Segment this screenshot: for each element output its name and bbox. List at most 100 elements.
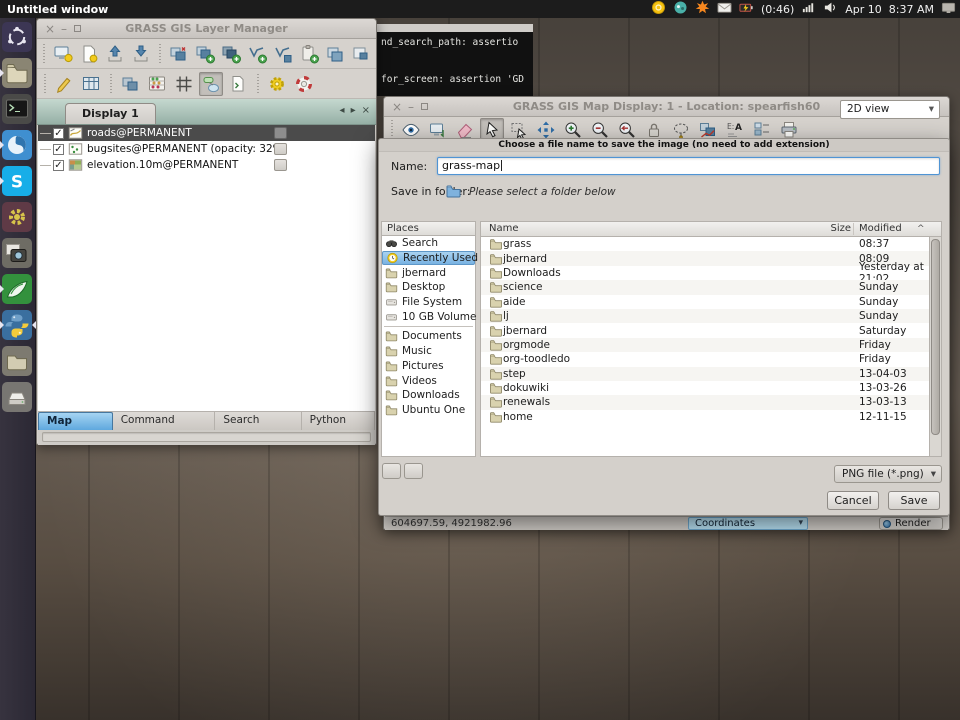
file-row[interactable]: DownloadsYesterday at 21:02: [481, 266, 941, 280]
tab-prev-icon[interactable]: ◂: [340, 105, 345, 116]
tab-map-layers[interactable]: Map layers: [38, 412, 113, 430]
attr-table-button[interactable]: [79, 72, 103, 96]
place-ubuntu-one[interactable]: Ubuntu One: [382, 403, 475, 418]
georectify-button[interactable]: [172, 72, 196, 96]
save-workspace-button[interactable]: [130, 42, 153, 66]
minimize-icon[interactable]: –: [404, 100, 418, 114]
sort-ascending-icon[interactable]: ^: [917, 222, 925, 236]
place-10-gb-volume[interactable]: 10 GB Volume: [382, 309, 475, 324]
tab-search-module[interactable]: Search module: [215, 412, 301, 430]
file-row[interactable]: org-toodledoFriday: [481, 352, 941, 366]
filename-input[interactable]: grass-map: [437, 157, 940, 175]
dock-item-dash-home[interactable]: [2, 22, 34, 53]
dock-item-file-manager[interactable]: [2, 346, 34, 377]
minimize-icon[interactable]: –: [57, 22, 71, 36]
add-overlay-button[interactable]: [350, 42, 373, 66]
file-row[interactable]: dokuwiki13-03-26: [481, 381, 941, 395]
file-row[interactable]: renewals13-03-13: [481, 395, 941, 409]
add-multi-button[interactable]: [168, 42, 191, 66]
remove-bookmark-button[interactable]: [404, 463, 423, 479]
place-videos[interactable]: Videos: [382, 373, 475, 388]
dock-item-screenshot-tool[interactable]: [2, 238, 34, 269]
modeler-abacus-button[interactable]: [145, 72, 169, 96]
layer-row[interactable]: ✓roads@PERMANENT: [38, 125, 375, 141]
graph-modeler-button[interactable]: [199, 72, 223, 96]
tab-command-console[interactable]: Command console: [113, 412, 216, 430]
maximize-icon[interactable]: [421, 103, 428, 110]
add-cmd-button[interactable]: [298, 42, 321, 66]
dock-item-disk-utility[interactable]: [2, 382, 34, 413]
create-workspace-button[interactable]: [78, 42, 101, 66]
new-display-button[interactable]: [52, 42, 75, 66]
column-name[interactable]: Name: [489, 222, 519, 236]
battery-time[interactable]: (0:46): [761, 3, 794, 16]
view-mode-dropdown[interactable]: 2D view ▾: [840, 100, 940, 119]
layer-checkbox[interactable]: ✓: [53, 128, 64, 139]
tab-close-icon[interactable]: ×: [362, 105, 370, 116]
place-pictures[interactable]: Pictures: [382, 359, 475, 374]
place-music[interactable]: Music: [382, 344, 475, 359]
layer-options-button[interactable]: [274, 143, 287, 155]
add-vector2-button[interactable]: [272, 42, 295, 66]
session-indicator[interactable]: [941, 0, 956, 18]
add-bookmark-button[interactable]: [382, 463, 401, 479]
place-desktop[interactable]: Desktop: [382, 280, 475, 295]
scrollbar-thumb[interactable]: [931, 239, 940, 435]
battery-indicator[interactable]: [739, 0, 754, 18]
place-downloads[interactable]: Downloads: [382, 388, 475, 403]
add-vector-button[interactable]: [246, 42, 269, 66]
message-indicator[interactable]: [717, 0, 732, 18]
places-header[interactable]: Places: [382, 222, 475, 236]
statusbar-mode-dropdown[interactable]: Coordinates ▾: [688, 517, 808, 530]
dock-item-system-tool[interactable]: [2, 202, 34, 233]
layer-options-button[interactable]: [274, 159, 287, 171]
place-recently-used[interactable]: Recently Used: [382, 251, 475, 266]
edit-pencil-button[interactable]: [52, 72, 76, 96]
date-indicator[interactable]: Apr 10: [845, 3, 882, 16]
files-scrollbar[interactable]: [929, 237, 941, 456]
notification-indicator[interactable]: [695, 0, 710, 18]
close-icon[interactable]: ×: [390, 100, 404, 114]
settings-gear-button[interactable]: [265, 72, 289, 96]
file-row[interactable]: scienceSunday: [481, 280, 941, 294]
tab-next-icon[interactable]: ▸: [351, 105, 356, 116]
dock-item-grass-gis[interactable]: [2, 274, 34, 305]
cancel-button[interactable]: Cancel: [827, 491, 879, 510]
filetype-dropdown[interactable]: PNG file (*.png) ▾: [834, 465, 942, 483]
file-row[interactable]: ljSunday: [481, 309, 941, 323]
layer-row[interactable]: ✓elevation.10m@PERMANENT: [38, 157, 375, 173]
place-search[interactable]: Search: [382, 236, 475, 251]
open-workspace-button[interactable]: [104, 42, 127, 66]
column-size[interactable]: Size: [811, 222, 851, 236]
dock-item-files[interactable]: [2, 58, 34, 89]
place-file-system[interactable]: File System: [382, 295, 475, 310]
maximize-icon[interactable]: [74, 25, 81, 32]
layer-manager-titlebar[interactable]: × – GRASS GIS Layer Manager: [37, 19, 376, 39]
clock-indicator[interactable]: 8:37 AM: [889, 3, 934, 16]
file-row[interactable]: jbernardSaturday: [481, 323, 941, 337]
tab-display-1[interactable]: Display 1: [65, 103, 156, 124]
dock-item-skype[interactable]: S: [2, 166, 34, 197]
add-group-button[interactable]: [324, 42, 347, 66]
help-ring-button[interactable]: [292, 72, 316, 96]
render-button[interactable]: Render: [879, 517, 943, 530]
file-row[interactable]: grass08:37: [481, 237, 941, 251]
ubuntuone-indicator[interactable]: [651, 0, 666, 18]
file-row[interactable]: home12-11-15: [481, 410, 941, 424]
layer-options-button[interactable]: [274, 127, 287, 139]
network-indicator[interactable]: [801, 0, 816, 18]
file-row[interactable]: orgmodeFriday: [481, 338, 941, 352]
dock-item-python-app[interactable]: [2, 310, 34, 341]
column-modified[interactable]: Modified: [859, 222, 902, 236]
py-script-button[interactable]: [226, 72, 250, 96]
layer-checkbox[interactable]: ✓: [53, 144, 64, 155]
volume-indicator[interactable]: [823, 0, 838, 18]
mapcalc-button[interactable]: [118, 72, 142, 96]
tab-python-shell[interactable]: Python shell: [302, 412, 375, 430]
terminal-window[interactable]: nd_search_path: assertio for_screen: ass…: [377, 24, 533, 96]
file-row[interactable]: step13-04-03: [481, 367, 941, 381]
layer-row[interactable]: ✓bugsites@PERMANENT (opacity: 32%): [38, 141, 375, 157]
dock-item-browser[interactable]: [2, 130, 34, 161]
add-raster2-button[interactable]: [220, 42, 243, 66]
layer-checkbox[interactable]: ✓: [53, 160, 64, 171]
